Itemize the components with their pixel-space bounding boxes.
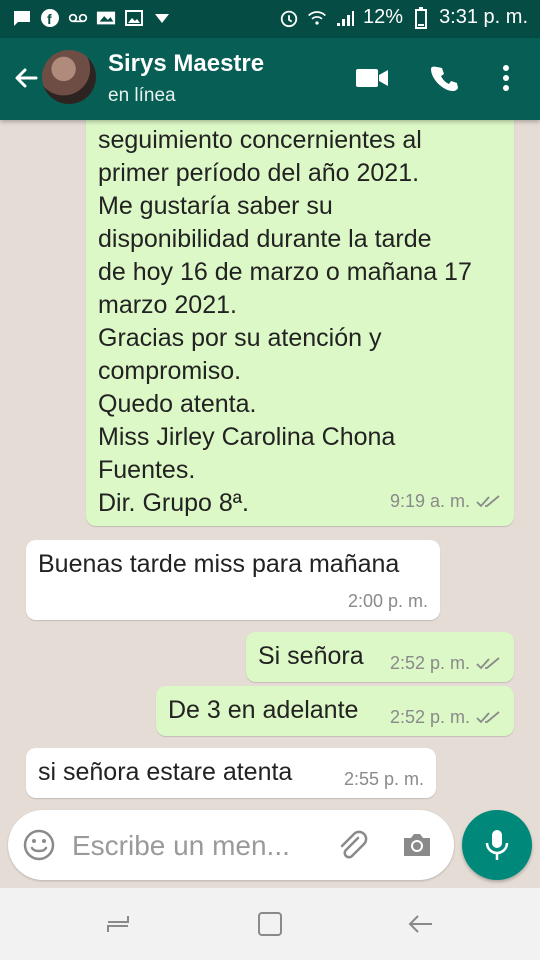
status-right-icons: 12% 3:31 p. m.	[279, 6, 528, 29]
back-icon[interactable]	[400, 908, 440, 940]
incoming-message[interactable]: si señora estare atenta 2:55 p. m.	[26, 748, 436, 798]
outgoing-message[interactable]: Si señora 2:52 p. m.	[246, 632, 514, 682]
signal-icon	[335, 8, 355, 28]
photo-icon	[96, 8, 116, 28]
recent-apps-icon[interactable]	[98, 908, 138, 940]
message-text: si señora estare atenta	[38, 758, 293, 786]
message-time: 2:55 p. m.	[343, 769, 424, 789]
message-line: de hoy 16 de marzo o mañana 17	[98, 258, 472, 286]
message-line: primer período del año 2021.	[98, 159, 420, 187]
alarm-icon	[279, 8, 299, 28]
battery-percent: 12%	[363, 6, 404, 28]
message-time: 2:00 p. m.	[347, 591, 428, 611]
message-time: 2:52 p. m.	[389, 707, 470, 727]
status-bar: f 12% 3:31 p. m.	[0, 0, 540, 38]
home-icon[interactable]	[250, 908, 290, 940]
voicemail-icon	[68, 8, 88, 28]
chat-header: Sirys Maestre en línea	[0, 38, 540, 120]
gallery-icon	[124, 8, 144, 28]
emoji-icon[interactable]	[22, 828, 56, 862]
battery-icon	[411, 6, 431, 29]
message-composer[interactable]: Escribe un men...	[8, 810, 454, 880]
message-text: De 3 en adelante	[168, 696, 359, 724]
more-vert-icon[interactable]	[488, 60, 524, 96]
read-ticks-icon	[476, 710, 500, 723]
message-line: Gracias por su atención y	[98, 324, 382, 352]
message-meta: 2:52 p. m.	[390, 707, 502, 728]
back-arrow-icon[interactable]	[8, 60, 44, 96]
wifi-icon	[307, 8, 327, 28]
message-line: Fuentes.	[98, 456, 196, 484]
status-time: 3:31 p. m.	[439, 6, 528, 28]
message-meta: 9:19 a. m.	[390, 485, 502, 518]
system-nav-bar	[0, 888, 540, 960]
message-time: 2:52 p. m.	[389, 653, 470, 673]
message-list[interactable]: seguimiento concernientes al primer perí…	[0, 120, 540, 808]
message-meta: 2:55 p. m.	[344, 769, 424, 790]
facebook-icon: f	[40, 8, 60, 28]
outgoing-message[interactable]: seguimiento concernientes al primer perí…	[86, 120, 514, 526]
message-time: 9:19 a. m.	[389, 491, 470, 511]
mic-icon	[485, 830, 509, 860]
outgoing-message[interactable]: De 3 en adelante 2:52 p. m.	[156, 686, 514, 736]
message-line: compromiso.	[98, 357, 242, 385]
read-ticks-icon	[476, 656, 500, 669]
message-line: disponibilidad durante la tarde	[98, 225, 432, 253]
contact-name[interactable]: Sirys Maestre	[108, 50, 264, 78]
message-text: Si señora	[258, 642, 364, 670]
phone-icon[interactable]	[426, 60, 462, 96]
dropdown-icon	[152, 8, 172, 28]
mic-button[interactable]	[462, 810, 532, 880]
message-text: Buenas tarde miss para mañana	[38, 550, 400, 578]
message-line: marzo 2021.	[98, 291, 237, 319]
incoming-message[interactable]: Buenas tarde miss para mañana 2:00 p. m.	[26, 540, 440, 620]
message-icon	[12, 8, 32, 28]
message-line: Miss Jirley Carolina Chona	[98, 423, 396, 451]
message-input[interactable]: Escribe un men...	[72, 830, 290, 862]
message-line: Quedo atenta.	[98, 390, 257, 418]
message-meta: 2:00 p. m.	[348, 591, 428, 612]
message-meta: 2:52 p. m.	[390, 653, 502, 674]
read-ticks-icon	[476, 494, 500, 507]
video-call-icon[interactable]	[354, 60, 390, 96]
attach-icon[interactable]	[334, 828, 368, 862]
avatar[interactable]	[42, 50, 96, 104]
message-line: Me gustaría saber su	[98, 192, 333, 220]
camera-icon[interactable]	[400, 828, 434, 862]
svg-text:f: f	[47, 11, 52, 27]
message-line: seguimiento concernientes al	[98, 126, 422, 154]
status-left-icons: f	[12, 8, 172, 28]
contact-status: en línea	[108, 85, 176, 106]
